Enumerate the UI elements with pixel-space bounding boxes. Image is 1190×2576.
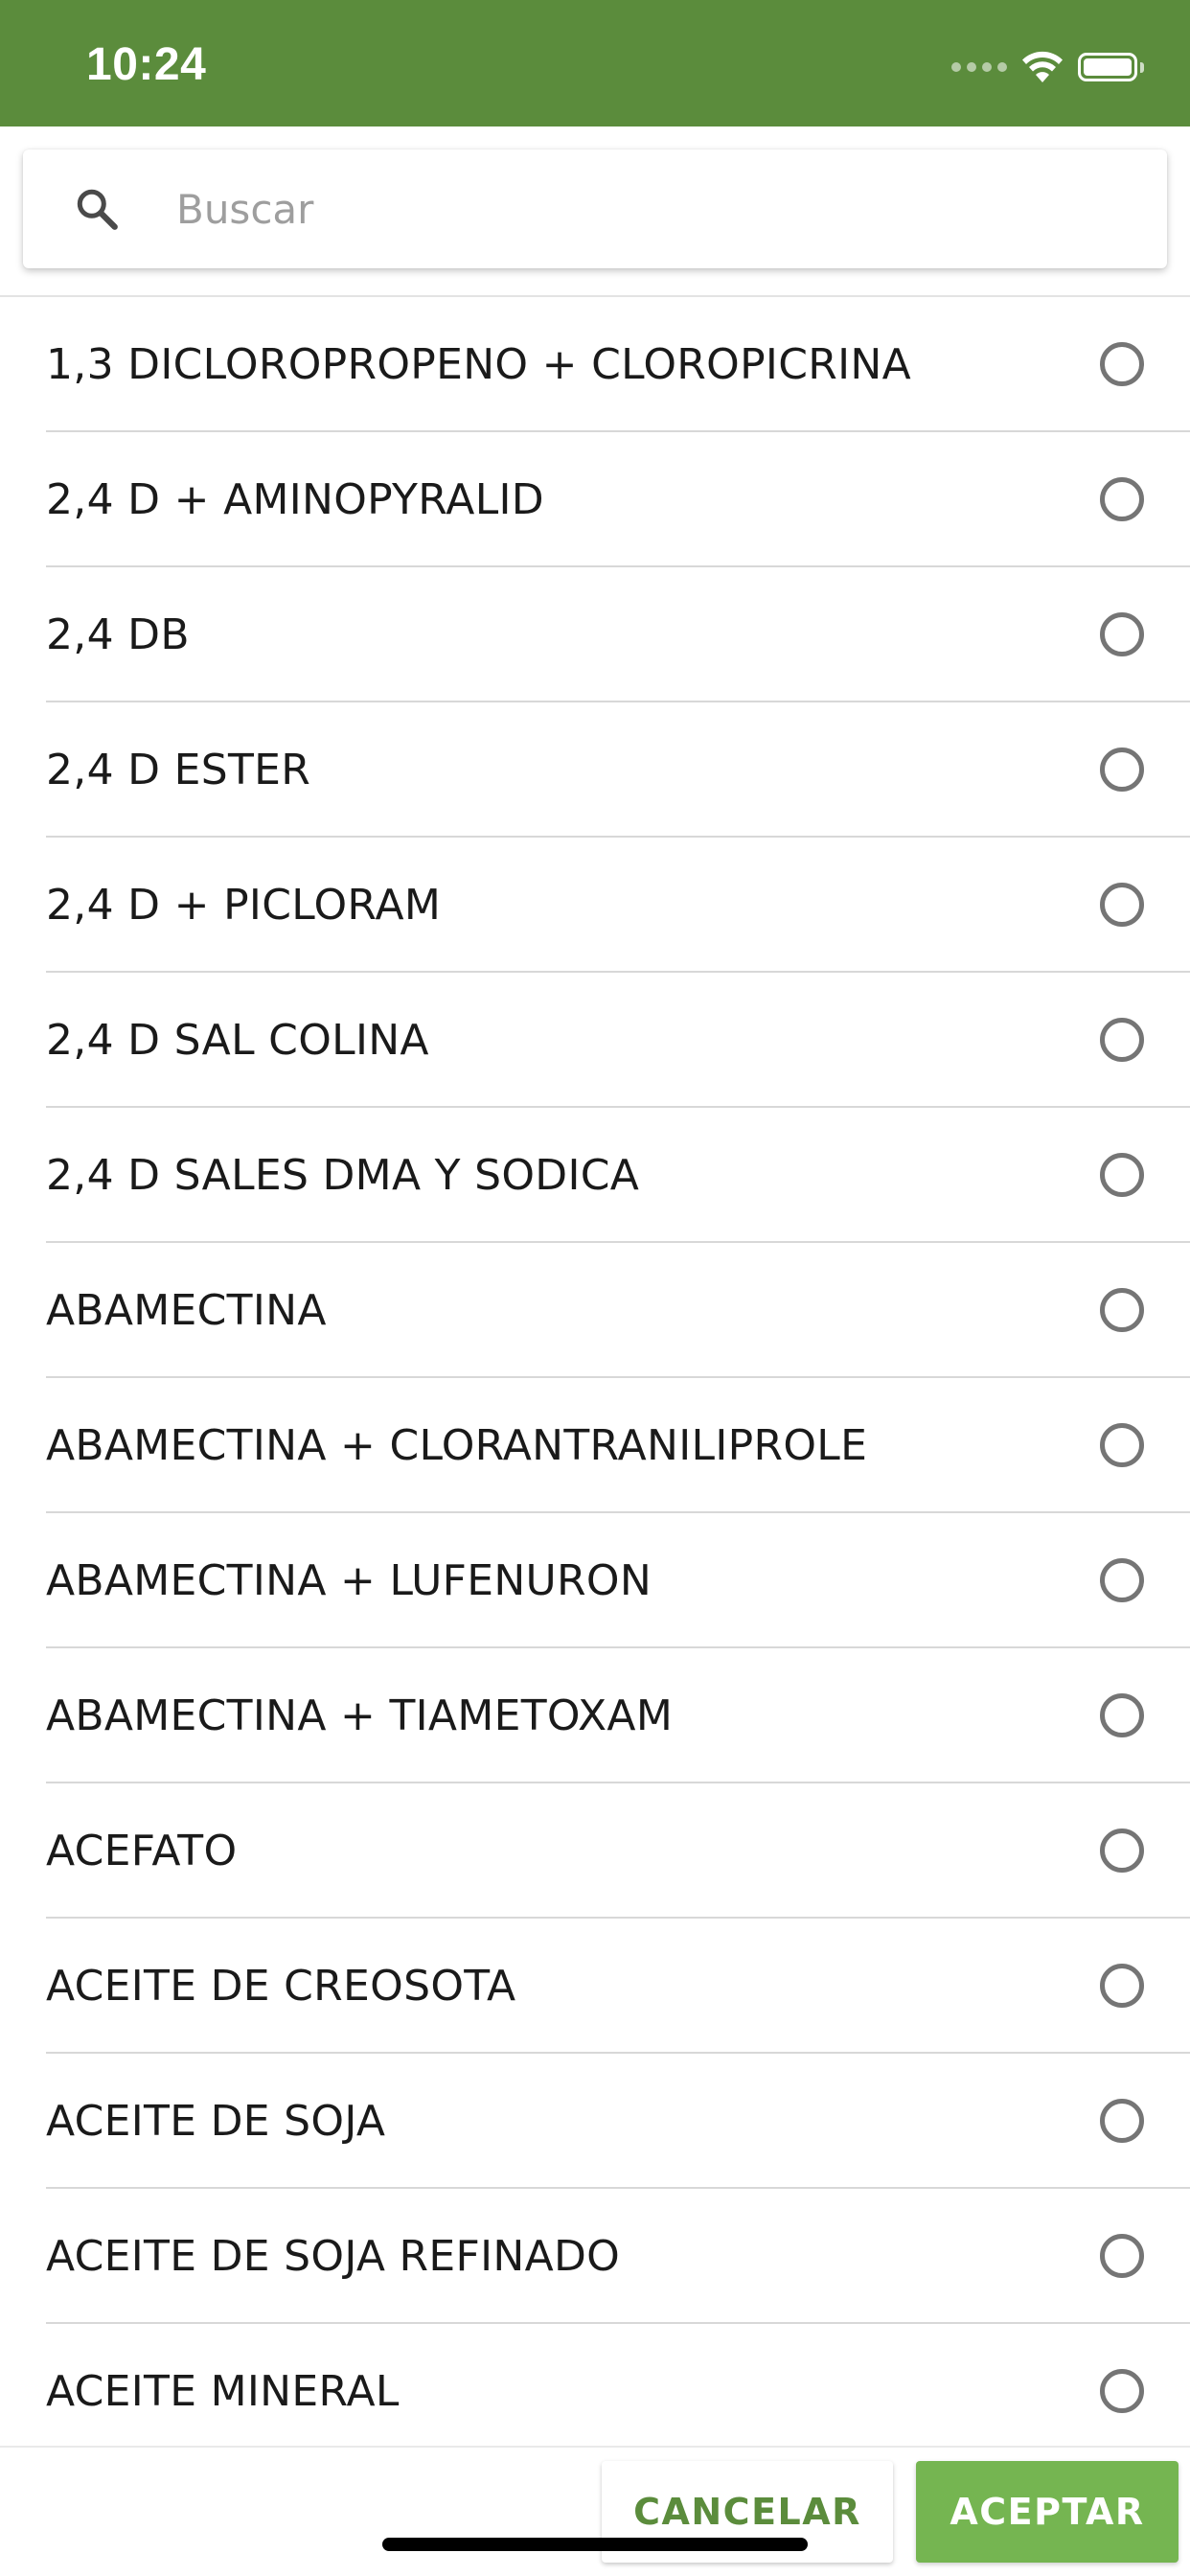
list-item-label: 2,4 D ESTER xyxy=(46,746,311,794)
list-item[interactable]: ABAMECTINA + LUFENURON xyxy=(46,1513,1190,1648)
search-icon xyxy=(71,183,123,235)
radio-button[interactable] xyxy=(1100,1152,1144,1197)
list-item-label: 2,4 DB xyxy=(46,610,190,659)
list-item-label: ABAMECTINA + CLORANTRANILIPROLE xyxy=(46,1421,868,1470)
list-item-label: ABAMECTINA + LUFENURON xyxy=(46,1556,652,1605)
list-item[interactable]: 2,4 D SALES DMA Y SODICA xyxy=(46,1108,1190,1243)
list-item-label: 2,4 D SAL COLINA xyxy=(46,1016,429,1065)
home-indicator xyxy=(382,2538,808,2551)
list-item-label: ABAMECTINA xyxy=(46,1286,327,1335)
radio-button[interactable] xyxy=(1100,1017,1144,1062)
list-item[interactable]: 2,4 D SAL COLINA xyxy=(46,973,1190,1108)
radio-button[interactable] xyxy=(1100,1422,1144,1467)
wifi-icon xyxy=(1020,50,1064,84)
search-area xyxy=(0,126,1190,297)
radio-button[interactable] xyxy=(1100,1692,1144,1737)
list-item[interactable]: 1,3 DICLOROPROPENO + CLOROPICRINA xyxy=(46,297,1190,432)
status-bar: 10:24 xyxy=(0,0,1190,126)
list-item-label: 2,4 D SALES DMA Y SODICA xyxy=(46,1151,640,1200)
radio-button[interactable] xyxy=(1100,2368,1144,2413)
cellular-signal-icon xyxy=(951,62,1007,72)
list-item-label: 2,4 D + PICLORAM xyxy=(46,881,442,930)
list-item[interactable]: ABAMECTINA xyxy=(46,1243,1190,1378)
list-item[interactable]: 2,4 D + PICLORAM xyxy=(46,838,1190,973)
battery-icon xyxy=(1078,53,1144,81)
list-item[interactable]: ABAMECTINA + CLORANTRANILIPROLE xyxy=(46,1378,1190,1513)
radio-button[interactable] xyxy=(1100,611,1144,656)
list-item-label: ACEITE DE SOJA REFINADO xyxy=(46,2232,621,2281)
list-item-label: ABAMECTINA + TIAMETOXAM xyxy=(46,1691,674,1740)
radio-button[interactable] xyxy=(1100,2098,1144,2143)
list-item[interactable]: 2,4 D + AMINOPYRALID xyxy=(46,432,1190,567)
action-bar: CANCELAR ACEPTAR xyxy=(0,2446,1190,2576)
list-item-label: ACEFATO xyxy=(46,1827,238,1875)
radio-button[interactable] xyxy=(1100,476,1144,521)
search-input[interactable] xyxy=(176,150,1167,268)
radio-button[interactable] xyxy=(1100,1828,1144,1873)
radio-button[interactable] xyxy=(1100,1287,1144,1332)
search-box[interactable] xyxy=(23,150,1167,268)
radio-button[interactable] xyxy=(1100,1963,1144,2008)
status-icons xyxy=(951,48,1144,86)
accept-button[interactable]: ACEPTAR xyxy=(916,2461,1179,2563)
radio-button[interactable] xyxy=(1100,882,1144,927)
list-item[interactable]: ACEFATO xyxy=(46,1783,1190,1919)
list-item[interactable]: ACEITE DE CREOSOTA xyxy=(46,1919,1190,2054)
status-time: 10:24 xyxy=(86,39,207,90)
radio-button[interactable] xyxy=(1100,1557,1144,1602)
list-item-label: 2,4 D + AMINOPYRALID xyxy=(46,475,544,524)
list-item-label: ACEITE MINERAL xyxy=(46,2367,400,2416)
list-item-label: 1,3 DICLOROPROPENO + CLOROPICRINA xyxy=(46,340,911,389)
list-item[interactable]: ACEITE DE SOJA xyxy=(46,2054,1190,2189)
radio-button[interactable] xyxy=(1100,341,1144,386)
list-item[interactable]: 2,4 D ESTER xyxy=(46,702,1190,838)
options-list: 1,3 DICLOROPROPENO + CLOROPICRINA 2,4 D … xyxy=(0,297,1190,2446)
list-item[interactable]: ABAMECTINA + TIAMETOXAM xyxy=(46,1648,1190,1783)
list-item[interactable]: 2,4 DB xyxy=(46,567,1190,702)
radio-button[interactable] xyxy=(1100,747,1144,792)
list-item[interactable]: ACEITE MINERAL xyxy=(46,2324,1190,2446)
list-item-label: ACEITE DE CREOSOTA xyxy=(46,1962,516,2011)
radio-button[interactable] xyxy=(1100,2233,1144,2278)
list-item[interactable]: ACEITE DE SOJA REFINADO xyxy=(46,2189,1190,2324)
list-item-label: ACEITE DE SOJA xyxy=(46,2097,386,2146)
